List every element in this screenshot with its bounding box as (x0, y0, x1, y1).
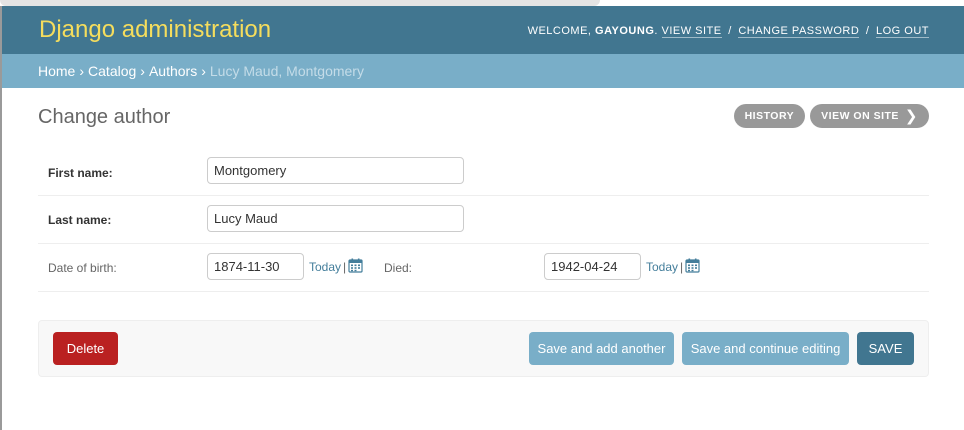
form-row-last-name: Last name: Lucy Maud (38, 196, 929, 244)
view-on-site-button[interactable]: View on site ❯ (810, 104, 929, 128)
object-tools: History View on site ❯ (733, 104, 929, 128)
log-out-link[interactable]: Log out (875, 25, 929, 38)
submit-row: Delete Save and add another Save and con… (38, 320, 929, 377)
last-name-label: Last name: (48, 213, 112, 227)
view-on-site-label: View on site (821, 110, 899, 122)
history-label: History (744, 110, 795, 122)
delete-button[interactable]: Delete (53, 332, 118, 365)
date-of-birth-today-link[interactable]: Today (309, 260, 341, 274)
breadcrumb-separator: › (201, 63, 206, 79)
save-and-continue-button[interactable]: Save and continue editing (682, 332, 849, 365)
calendar-icon[interactable] (348, 258, 363, 276)
site-branding[interactable]: Django administration (39, 16, 271, 44)
first-name-field[interactable]: Montgomery (207, 157, 464, 184)
chevron-right-icon: ❯ (904, 107, 918, 125)
died-today-link[interactable]: Today (646, 260, 678, 274)
date-of-birth-label: Date of birth: (48, 261, 117, 275)
form-row-first-name: First name: Montgomery (38, 147, 929, 196)
save-and-add-another-button[interactable]: Save and add another (529, 332, 674, 365)
first-name-label: First name: (48, 166, 113, 180)
welcome-text: Welcome, (527, 25, 592, 37)
user-tools: Welcome, gayoung. View site / Change pas… (527, 25, 929, 38)
breadcrumb-home[interactable]: Home (38, 63, 75, 79)
page-title: Change author (38, 106, 171, 128)
breadcrumb-separator: › (79, 63, 85, 79)
breadcrumb-current: Lucy Maud, Montgomery (209, 63, 364, 79)
header: Django administration Welcome, gayoung. … (2, 6, 964, 54)
died-field[interactable]: 1942-04-24 (544, 253, 641, 280)
date-of-birth-shortcuts: Today | (309, 258, 363, 276)
change-password-link[interactable]: Change password (738, 25, 860, 38)
save-button[interactable]: SAVE (857, 332, 914, 365)
breadcrumb-separator: › (140, 63, 145, 79)
died-label: Died: (384, 261, 413, 275)
died-shortcuts: Today | (646, 258, 700, 276)
date-of-birth-field[interactable]: 1874-11-30 (207, 253, 304, 280)
view-site-link[interactable]: View site (661, 25, 722, 38)
form-row-dates: Date of birth: 1874-11-30 Today | Died: … (38, 244, 929, 292)
breadcrumb-catalog[interactable]: Catalog (88, 63, 136, 79)
separator: / (865, 25, 870, 37)
breadcrumb: Home › Catalog › Authors › Lucy Maud, Montgome… (2, 54, 964, 88)
breadcrumb-authors[interactable]: Authors (149, 63, 197, 79)
separator: / (728, 25, 732, 37)
last-name-field[interactable]: Lucy Maud (207, 205, 464, 232)
calendar-icon[interactable] (685, 258, 700, 276)
shortcut-separator: | (343, 260, 347, 274)
shortcut-separator: | (680, 260, 684, 274)
username: gayoung (595, 25, 655, 37)
history-button[interactable]: History (733, 104, 806, 128)
